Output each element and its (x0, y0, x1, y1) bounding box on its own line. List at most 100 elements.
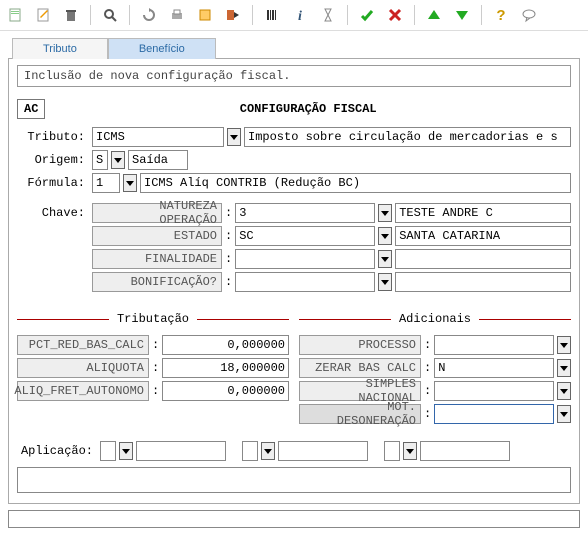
adic-value-3[interactable] (434, 404, 554, 424)
colon: : (225, 206, 232, 220)
timer-icon[interactable] (317, 4, 339, 26)
aplicacao-desc-2 (278, 441, 368, 461)
origem-value-field: Saída (128, 150, 188, 170)
formula-label: Fórmula: (17, 176, 89, 190)
colon: : (152, 338, 159, 352)
tributo-label: Tributo: (17, 130, 89, 144)
colon: : (152, 361, 159, 375)
adic-dd-3[interactable] (557, 405, 571, 423)
colon: : (424, 338, 431, 352)
adic-value-0[interactable] (434, 335, 554, 355)
chave-desc-1: SANTA CATARINA (395, 226, 571, 246)
barcode-icon[interactable] (261, 4, 283, 26)
comment-icon[interactable] (518, 4, 540, 26)
colon: : (424, 384, 431, 398)
help-icon[interactable]: ? (490, 4, 512, 26)
tab-beneficio[interactable]: Benefício (108, 38, 216, 59)
trib-name-2: ALIQ_FRET_AUTONOMO (17, 381, 149, 401)
adic-name-2: SIMPLES NACIONAL (299, 381, 421, 401)
main-panel: Inclusão de nova configuração fiscal. AC… (8, 58, 580, 504)
origem-code-field[interactable]: S (92, 150, 108, 170)
ok-icon[interactable] (356, 4, 378, 26)
chave-code-0[interactable]: 3 (235, 203, 375, 223)
chave-dd-3[interactable] (378, 273, 392, 291)
svg-text:i: i (298, 9, 302, 23)
aplicacao-field-2[interactable] (242, 441, 258, 461)
chave-dd-0[interactable] (378, 204, 392, 222)
svg-text:?: ? (496, 7, 505, 23)
chave-desc-3 (395, 272, 571, 292)
aplicacao-dd-1[interactable] (119, 442, 133, 460)
trib-name-0: PCT_RED_BAS_CALC (17, 335, 149, 355)
chave-name-3: BONIFICAÇÃO? (92, 272, 222, 292)
chave-dd-2[interactable] (378, 250, 392, 268)
origem-label: Origem: (17, 153, 89, 167)
chave-desc-2 (395, 249, 571, 269)
page-title: CONFIGURAÇÃO FISCAL (45, 102, 571, 116)
tab-tributo[interactable]: Tributo (12, 38, 108, 59)
exit-icon[interactable] (222, 4, 244, 26)
new-icon[interactable] (4, 4, 26, 26)
colon: : (225, 229, 232, 243)
chave-name-1: ESTADO (92, 226, 222, 246)
tributacao-group: Tributação PCT_RED_BAS_CALC : 0,000000 A… (17, 312, 289, 427)
aplicacao-desc-1 (136, 441, 226, 461)
trib-value-2[interactable]: 0,000000 (162, 381, 289, 401)
delete-icon[interactable] (60, 4, 82, 26)
tributo-dropdown[interactable] (227, 128, 241, 146)
adic-name-1: ZERAR BAS CALC (299, 358, 421, 378)
trib-name-1: ALIQUOTA (17, 358, 149, 378)
chave-code-3[interactable] (235, 272, 375, 292)
chave-code-1[interactable]: SC (235, 226, 375, 246)
trib-value-1[interactable]: 18,000000 (162, 358, 289, 378)
cancel-icon[interactable] (384, 4, 406, 26)
tributo-desc-field: Imposto sobre circulação de mercadorias … (244, 127, 571, 147)
bottom-frame (8, 510, 580, 528)
aplicacao-label: Aplicação: (17, 444, 97, 458)
adic-value-1[interactable]: N (434, 358, 554, 378)
aplicacao-field-3[interactable] (384, 441, 400, 461)
aplicacao-dd-2[interactable] (261, 442, 275, 460)
adicionais-legend: Adicionais (391, 312, 479, 326)
chave-name-0: NATUREZA OPERAÇÃO (92, 203, 222, 223)
info-icon[interactable]: i (289, 4, 311, 26)
tributo-field[interactable]: ICMS (92, 127, 224, 147)
edit-icon[interactable] (32, 4, 54, 26)
adic-value-2[interactable] (434, 381, 554, 401)
formula-dropdown[interactable] (123, 174, 137, 192)
chave-code-2[interactable] (235, 249, 375, 269)
export-icon[interactable] (194, 4, 216, 26)
description-bar: Inclusão de nova configuração fiscal. (17, 65, 571, 87)
adic-dd-1[interactable] (557, 359, 571, 377)
status-bar (17, 467, 571, 493)
chave-name-2: FINALIDADE (92, 249, 222, 269)
formula-code-field[interactable]: 1 (92, 173, 120, 193)
print-icon[interactable] (166, 4, 188, 26)
up-icon[interactable] (423, 4, 445, 26)
tributacao-legend: Tributação (109, 312, 197, 326)
formula-desc-field: ICMS Alíq CONTRIB (Redução BC) (140, 173, 571, 193)
tabs: Tributo Benefício (12, 37, 588, 58)
aplicacao-field-1[interactable] (100, 441, 116, 461)
colon: : (424, 361, 431, 375)
search-icon[interactable] (99, 4, 121, 26)
colon: : (424, 407, 431, 421)
aplicacao-desc-3 (420, 441, 510, 461)
origem-dropdown[interactable] (111, 151, 125, 169)
trib-value-0[interactable]: 0,000000 (162, 335, 289, 355)
adicionais-group: Adicionais PROCESSO : ZERAR BAS CALC : N… (299, 312, 571, 427)
adic-name-0: PROCESSO (299, 335, 421, 355)
chave-desc-0: TESTE ANDRE C (395, 203, 571, 223)
refresh-icon[interactable] (138, 4, 160, 26)
chave-dd-1[interactable] (378, 227, 392, 245)
colon: : (152, 384, 159, 398)
down-icon[interactable] (451, 4, 473, 26)
adic-dd-2[interactable] (557, 382, 571, 400)
adic-dd-0[interactable] (557, 336, 571, 354)
aplicacao-dd-3[interactable] (403, 442, 417, 460)
chave-label: Chave: (17, 206, 89, 220)
colon: : (225, 275, 232, 289)
colon: : (225, 252, 232, 266)
ac-badge: AC (17, 99, 45, 119)
adic-name-3: MOT. DESONERAÇÃO (299, 404, 421, 424)
